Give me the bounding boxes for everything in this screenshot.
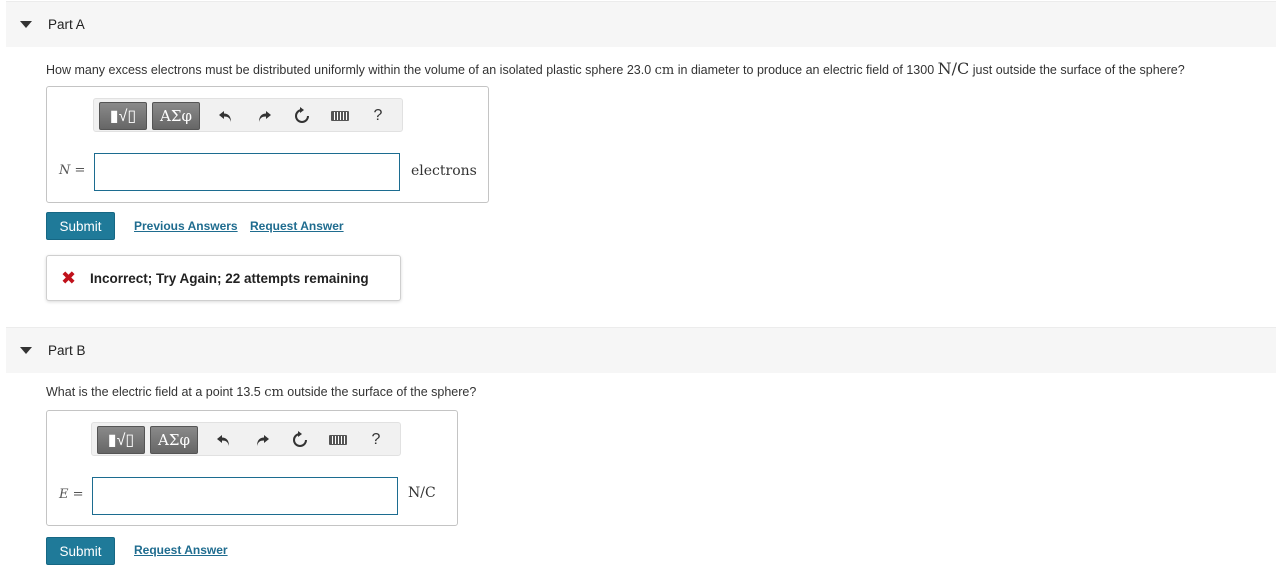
part-a-header[interactable]: Part A [6,1,1276,47]
part-a-question: How many excess electrons must be distri… [46,59,1185,78]
part-a-title: Part A [48,17,85,32]
redo-icon[interactable] [252,431,272,449]
part-b-request-answer-link[interactable]: Request Answer [134,543,228,557]
keyboard-icon[interactable] [330,107,350,125]
templates-button[interactable]: ▮√▯ [99,102,147,130]
previous-answers-link[interactable]: Previous Answers [134,219,238,233]
symbols-button[interactable]: ΑΣφ [150,426,198,454]
x-icon: ✖ [61,268,77,288]
answer-input-n[interactable] [94,153,400,191]
unit-label-electrons: electrons [411,163,477,179]
variable-label-n: N = [59,163,86,178]
unit-label-n-per-c: N/C [408,485,436,501]
collapse-caret-icon[interactable] [20,347,32,354]
undo-icon[interactable] [216,107,236,125]
part-a-submit-button[interactable]: Submit [46,212,115,240]
feedback-message: ✖ Incorrect; Try Again; 22 attempts rema… [46,255,401,301]
help-icon[interactable]: ? [368,107,388,125]
undo-icon[interactable] [214,431,234,449]
part-b-submit-button[interactable]: Submit [46,537,115,565]
part-b-math-toolbar: ▮√▯ ΑΣφ ? [91,422,401,456]
part-b-header[interactable]: Part B [6,327,1276,373]
templates-button[interactable]: ▮√▯ [97,426,145,454]
part-a-request-answer-link[interactable]: Request Answer [250,219,344,233]
part-a-math-toolbar: ▮√▯ ΑΣφ ? [93,98,403,132]
keyboard-icon[interactable] [328,431,348,449]
help-icon[interactable]: ? [366,431,386,449]
reset-icon[interactable] [292,107,312,125]
part-b-title: Part B [48,343,86,358]
redo-icon[interactable] [254,107,274,125]
part-a-answer-box: ▮√▯ ΑΣφ ? N = electrons [46,86,489,203]
feedback-text: Incorrect; Try Again; 22 attempts remain… [90,271,369,286]
variable-label-e: E = [59,487,84,502]
reset-icon[interactable] [290,431,310,449]
part-b-answer-box: ▮√▯ ΑΣφ ? E = N/C [46,410,458,526]
answer-input-e[interactable] [92,477,398,515]
part-b-question: What is the electric field at a point 13… [46,385,477,400]
symbols-button[interactable]: ΑΣφ [152,102,200,130]
collapse-caret-icon[interactable] [20,21,32,28]
